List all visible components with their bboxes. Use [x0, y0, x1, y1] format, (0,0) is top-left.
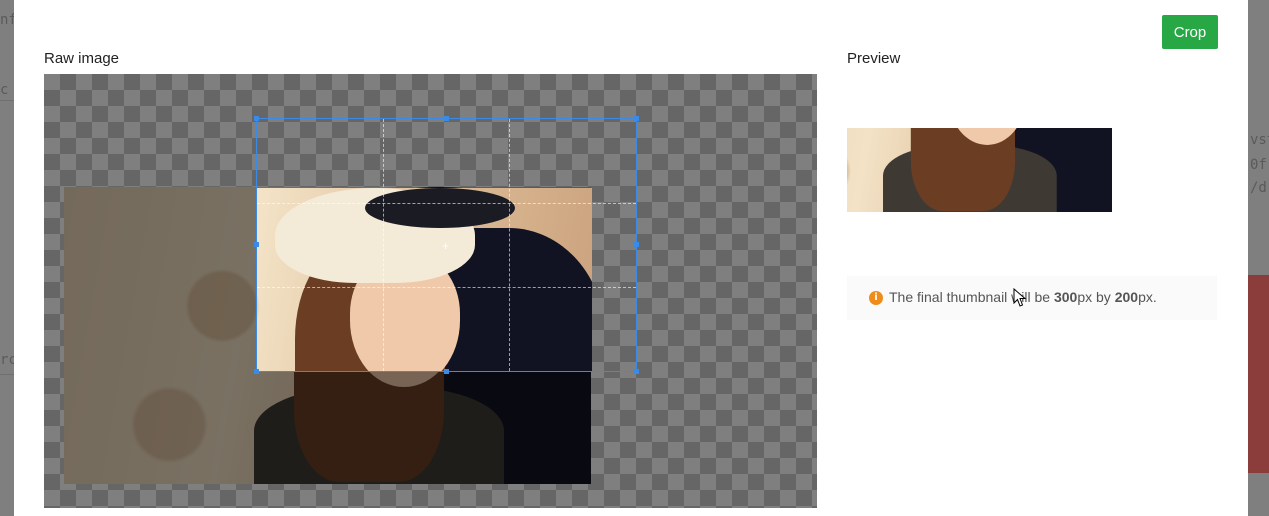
- preview-image: [847, 128, 1112, 274]
- thumbnail-info: i The final thumbnail will be 300px by 2…: [847, 276, 1217, 320]
- resize-handle-ne[interactable]: [634, 116, 639, 121]
- crop-button[interactable]: Crop: [1162, 15, 1218, 49]
- preview-title: Preview: [847, 50, 901, 67]
- background-text: vst: [1250, 132, 1269, 148]
- resize-handle-s[interactable]: [444, 369, 449, 374]
- resize-handle-w[interactable]: [254, 242, 259, 247]
- crop-modal: Crop Raw image Preview + i The final thu…: [14, 0, 1248, 516]
- raw-image-title: Raw image: [44, 50, 120, 67]
- mouse-pointer-icon: [1013, 288, 1027, 307]
- divider: [0, 100, 14, 101]
- background-text: c: [0, 82, 9, 98]
- resize-handle-se[interactable]: [634, 369, 639, 374]
- guide-line: [509, 119, 510, 371]
- guide-line: [257, 287, 636, 288]
- background-text: /d: [1250, 180, 1267, 196]
- crop-selection-box[interactable]: +: [256, 118, 637, 372]
- info-circle-icon: i: [869, 291, 883, 305]
- guide-line: [257, 203, 636, 204]
- raw-image-canvas[interactable]: +: [44, 74, 817, 508]
- resize-handle-sw[interactable]: [254, 369, 259, 374]
- background-image: [1248, 275, 1269, 473]
- center-cross-icon: +: [442, 239, 450, 253]
- guide-line: [383, 119, 384, 371]
- background-text: 0f-: [1250, 157, 1269, 173]
- divider: [0, 374, 14, 375]
- resize-handle-nw[interactable]: [254, 116, 259, 121]
- resize-handle-e[interactable]: [634, 242, 639, 247]
- resize-handle-n[interactable]: [444, 116, 449, 121]
